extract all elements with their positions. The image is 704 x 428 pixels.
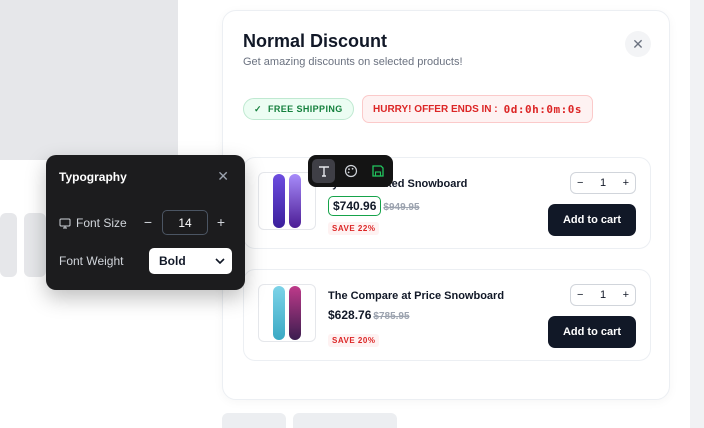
font-weight-value: Bold <box>159 254 186 268</box>
panel-close-button[interactable]: ✕ <box>217 168 229 185</box>
font-size-label-text: Font Size <box>76 216 127 230</box>
price-row: $740.96 $949.95 <box>328 196 420 216</box>
canvas-block-left-2 <box>24 213 46 277</box>
font-weight-label: Font Weight <box>59 254 124 268</box>
modal-subtitle[interactable]: Get amazing discounts on selected produc… <box>243 56 463 68</box>
font-size-label: Font Size <box>59 216 127 230</box>
font-size-input[interactable]: 14 <box>162 210 208 235</box>
element-toolbar <box>308 155 393 187</box>
canvas-background-panel <box>0 0 178 160</box>
modal-title[interactable]: Normal Discount <box>243 31 387 52</box>
quantity-stepper[interactable]: − 1 + <box>570 284 636 306</box>
text-style-button[interactable] <box>312 159 335 183</box>
save-badge[interactable]: SAVE 22% <box>328 222 380 235</box>
canvas-block-bottom-2 <box>293 413 397 428</box>
increment-button[interactable]: + <box>623 289 629 301</box>
snowboard-right-image <box>289 174 301 228</box>
snowboard-right-image <box>289 286 301 340</box>
font-size-increment-button[interactable]: + <box>209 210 233 234</box>
canvas-block-left-1 <box>0 213 17 277</box>
save-badge[interactable]: SAVE 20% <box>328 334 380 347</box>
free-shipping-badge[interactable]: ✓ FREE SHIPPING <box>243 98 354 120</box>
palette-icon <box>344 164 357 178</box>
free-shipping-label: FREE SHIPPING <box>267 104 343 114</box>
quantity-stepper[interactable]: − 1 + <box>570 172 636 194</box>
close-icon: ✕ <box>632 35 644 52</box>
increment-button[interactable]: + <box>623 177 629 189</box>
quantity-value: 1 <box>599 177 607 189</box>
add-to-cart-button[interactable]: Add to cart <box>548 316 636 348</box>
monitor-icon <box>59 218 71 228</box>
product-card: The Compare at Price Snowboard $628.76 $… <box>243 269 651 361</box>
decrement-button[interactable]: − <box>577 177 583 189</box>
decrement-button[interactable]: − <box>577 289 583 301</box>
panel-title: Typography <box>59 170 127 184</box>
color-style-button[interactable] <box>339 159 362 183</box>
timer-label: HURRY! OFFER ENDS IN : <box>373 103 498 115</box>
product-image <box>258 284 316 342</box>
price-row: $628.76 $785.95 <box>328 308 410 322</box>
product-name[interactable]: The Compare at Price Snowboard <box>328 290 504 302</box>
canvas-block-bottom-1 <box>222 413 286 428</box>
snowboard-left-image <box>273 174 285 228</box>
quantity-value: 1 <box>599 289 607 301</box>
font-weight-select[interactable]: Bold <box>149 248 232 274</box>
snowboard-left-image <box>273 286 285 340</box>
close-icon: ✕ <box>217 168 229 184</box>
chevron-down-icon <box>215 258 225 264</box>
add-to-cart-button[interactable]: Add to cart <box>548 204 636 236</box>
product-card: ry Not Tracked Snowboard $740.96 $949.95… <box>243 157 651 249</box>
font-size-decrement-button[interactable]: − <box>136 210 160 234</box>
text-icon <box>318 166 329 177</box>
discount-modal: Normal Discount Get amazing discounts on… <box>222 10 670 400</box>
check-icon: ✓ <box>254 103 262 114</box>
typography-panel: Typography ✕ Font Size − 14 + Font Weigh… <box>46 155 245 290</box>
product-price[interactable]: $740.96 <box>328 196 382 216</box>
canvas-right-strip <box>690 0 704 428</box>
countdown-timer-badge[interactable]: HURRY! OFFER ENDS IN : 0d:0h:0m:0s <box>362 95 593 123</box>
timer-value: 0d:0h:0m:0s <box>503 102 582 116</box>
save-icon <box>371 165 384 177</box>
product-price[interactable]: $628.76 <box>328 308 371 322</box>
save-style-button[interactable] <box>366 159 389 183</box>
compare-price[interactable]: $785.95 <box>373 311 409 322</box>
compare-price[interactable]: $949.95 <box>383 202 419 213</box>
modal-close-button[interactable]: ✕ <box>625 31 651 57</box>
